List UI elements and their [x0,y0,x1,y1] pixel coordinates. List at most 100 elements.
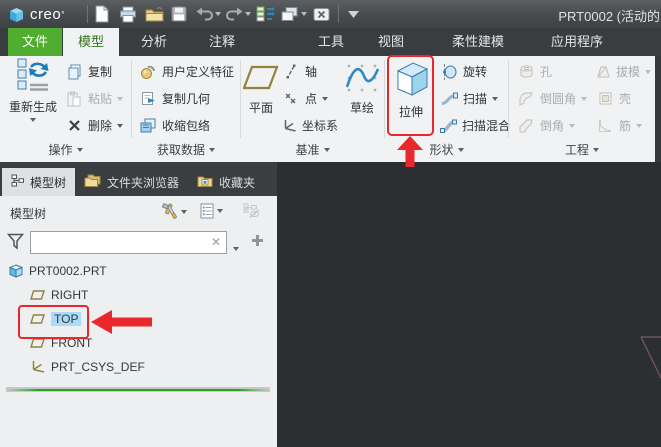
tools-dropdown-icon[interactable] [181,209,187,214]
copy-button[interactable]: 复制 [62,60,130,84]
navigator-tab-bar: 模型树 文件夹浏览器 收藏夹 [0,162,277,196]
revolve-button[interactable]: 旋转 [437,60,507,84]
tab-folder-browser[interactable]: 文件夹浏览器 [75,168,188,196]
undo-button[interactable] [196,4,213,24]
tree-item-front-plane[interactable]: FRONT [0,331,277,355]
hole-button[interactable]: 孔 [514,60,590,84]
round-button[interactable]: 倒圆角 [514,87,590,111]
titlebar: creo ° PRT0002 (活动的 [0,0,661,28]
group-expand-icon [209,147,215,152]
axis-button[interactable]: 轴 [279,60,341,84]
tab-model[interactable]: 模型 [63,28,119,56]
regenerate-button[interactable]: 重新生成 [4,58,62,122]
coordinate-system-icon [282,119,297,133]
paste-button[interactable]: 粘贴 [62,87,130,111]
delete-icon [65,119,83,132]
sweep-dropdown-icon[interactable] [492,96,499,101]
undo-dropdown-icon[interactable] [215,4,221,24]
save-button[interactable] [171,4,187,24]
group-label-engineering[interactable]: 工程 [509,141,655,158]
redo-dropdown-icon[interactable] [245,4,251,24]
selected-tree-label: TOP [51,312,82,326]
shrinkwrap-button[interactable]: 收缩包络 [136,114,240,138]
chamfer-button[interactable]: 倒角 [514,114,590,138]
new-file-button[interactable] [94,4,110,24]
tab-annotate[interactable]: 注释 [194,28,250,56]
user-defined-feature-button[interactable]: 用户定义特征 [136,60,240,84]
paste-icon [65,91,83,107]
revolve-icon [440,63,458,80]
shell-button[interactable]: 壳 [593,87,653,111]
tab-file[interactable]: 文件 [8,28,62,56]
window-display-button[interactable] [281,4,298,24]
tools-icon [161,203,177,219]
tab-tools[interactable]: 工具 [303,28,359,56]
tab-model-tree[interactable]: 模型树 [2,168,76,196]
rib-button[interactable]: 筋 [593,114,653,138]
tree-tools-button[interactable] [160,203,187,220]
clear-filter-icon[interactable]: ✕ [211,236,221,248]
regenerate-list-button[interactable] [256,4,275,24]
model-tree-icon [11,174,24,190]
sketch-icon [345,60,379,96]
rib-dropdown-icon [636,123,643,128]
delete-dropdown-icon[interactable] [117,123,124,128]
print-button[interactable] [119,4,137,24]
group-label-get-data[interactable]: 获取数据 [132,141,240,158]
tab-applications[interactable]: 应用程序 [535,28,619,56]
tab-analysis[interactable]: 分析 [126,28,182,56]
swept-blend-button[interactable]: 扫描混合 [437,114,510,138]
filter-funnel-icon[interactable] [6,233,25,253]
delete-button[interactable]: 删除 [62,114,130,138]
plane-button[interactable]: 平面 [243,60,279,116]
sweep-button[interactable]: 扫描 [437,87,507,111]
filter-dropdown-icon[interactable] [233,240,239,254]
tab-favorites[interactable]: 收藏夹 [188,168,264,196]
group-label-operations[interactable]: 操作 [0,141,131,158]
extrude-button[interactable]: 拉伸 [390,58,432,120]
window-display-dropdown-icon[interactable] [301,4,307,24]
point-button[interactable]: 点 [279,87,341,111]
tree-item-top-plane[interactable]: TOP [0,307,277,331]
coordinate-system-icon [30,360,45,374]
draft-button[interactable]: 拔模 [593,60,653,84]
user-defined-feature-icon [139,64,157,80]
group-label-shapes[interactable]: 形状 [385,141,508,158]
toolbar-separator [87,5,88,23]
round-icon [517,92,535,106]
tree-item-part[interactable]: PRT0002.PRT [0,259,277,283]
document-title: PRT0002 (活动的 [558,9,660,24]
model-tree-filter-input[interactable] [30,231,227,254]
group-label-datum[interactable]: 基准 [241,141,384,158]
navigator-panel: 模型树 文件夹浏览器 收藏夹 模型树 ✕ PRT0002.PRT RIGHT T… [0,162,277,447]
tree-item-right-plane[interactable]: RIGHT [0,283,277,307]
close-window-button[interactable] [313,4,330,24]
shell-icon [596,91,614,106]
ribbon: 重新生成 复制 粘贴 删除 操作 用户定义特征 复制几何 收缩包络 获取数据 平… [0,56,661,162]
tab-flexible-modeling[interactable]: 柔性建模 [436,28,520,56]
panel-splitter[interactable] [6,387,270,392]
collapse-toolbar-icon[interactable] [347,4,360,24]
tree-item-csys[interactable]: PRT_CSYS_DEF [0,355,277,379]
open-button[interactable] [145,4,164,24]
sketch-button[interactable]: 草绘 [343,60,381,116]
graphics-viewport[interactable] [277,162,661,447]
model-tree: PRT0002.PRT RIGHT TOP FRONT PRT_CSYS_DEF [0,259,277,379]
ribbon-tab-bar: 文件 模型 分析 注释 工具 视图 柔性建模 应用程序 [0,28,661,56]
creo-window: creo ° PRT0002 (活动的 文件 模型 分析 注释 工具 视图 柔性… [0,0,661,447]
app-logo-text: creo ° [30,5,65,23]
display-settings-dropdown-icon[interactable] [217,209,223,213]
datum-plane-edge [640,336,661,379]
redo-button[interactable] [226,4,243,24]
point-dropdown-icon[interactable] [322,96,329,101]
tab-view[interactable]: 视图 [363,28,419,56]
copy-geometry-button[interactable]: 复制几何 [136,87,240,111]
datum-plane-icon [30,290,45,300]
datum-plane-icon [30,338,45,348]
regenerate-dropdown-icon[interactable] [30,118,36,122]
csys-button[interactable]: 坐标系 [279,114,341,138]
favorites-icon [197,175,213,190]
add-filter-button[interactable] [250,233,265,251]
tree-display-settings-button[interactable] [200,203,223,219]
show-hide-tree-button[interactable] [243,203,260,218]
